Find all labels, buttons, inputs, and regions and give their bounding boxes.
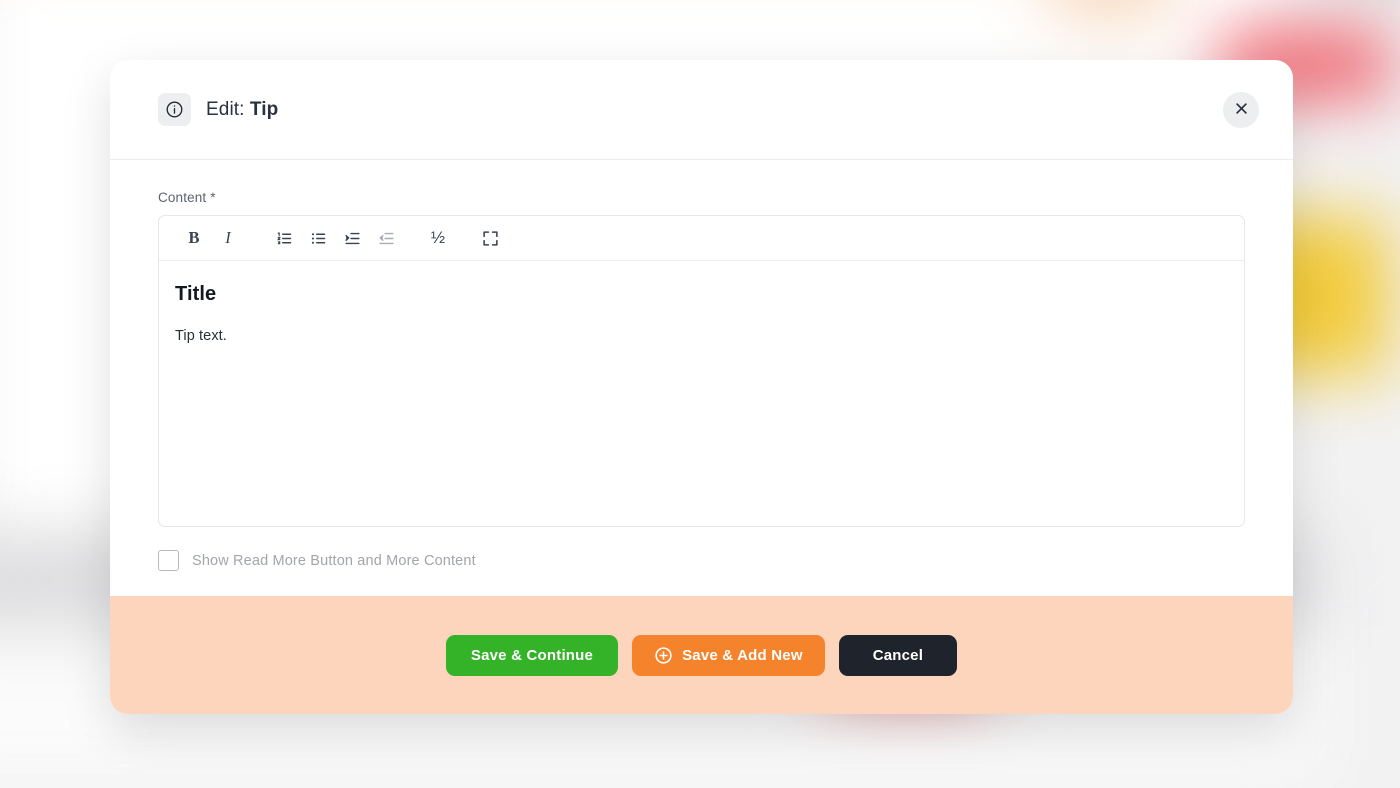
edit-tip-modal: Edit: Tip Content * B I ½ Title Tip text… xyxy=(110,60,1293,714)
save-and-continue-button[interactable]: Save & Continue xyxy=(445,634,619,676)
bullet-list-button[interactable] xyxy=(301,222,335,254)
italic-button[interactable]: I xyxy=(211,222,245,254)
modal-body: Content * B I ½ Title Tip text. Show Rea… xyxy=(110,160,1293,596)
show-read-more-row: Show Read More Button and More Content xyxy=(158,550,1245,571)
ordered-list-button[interactable] xyxy=(267,222,301,254)
modal-header: Edit: Tip xyxy=(110,60,1293,160)
page-title-entity: Tip xyxy=(249,98,279,120)
info-circle-icon xyxy=(158,93,191,126)
fullscreen-button[interactable] xyxy=(473,222,507,254)
rich-text-editor[interactable]: B I ½ Title Tip text. xyxy=(158,215,1245,527)
save-and-continue-label: Save & Continue xyxy=(470,646,594,664)
backdrop-top-band-right xyxy=(1050,0,1170,20)
editor-toolbar: B I ½ xyxy=(159,216,1244,261)
editor-content-area[interactable]: Title Tip text. xyxy=(159,261,1244,526)
close-button[interactable] xyxy=(1223,91,1259,128)
close-icon xyxy=(1234,101,1249,119)
outdent-button[interactable] xyxy=(369,222,403,254)
indent-button[interactable] xyxy=(335,222,369,254)
cancel-label: Cancel xyxy=(872,646,924,664)
show-read-more-checkbox[interactable] xyxy=(158,550,179,571)
document-title: Title xyxy=(175,283,217,305)
modal-header-left: Edit: Tip xyxy=(158,93,1223,126)
document-paragraph: Tip text. xyxy=(175,328,227,344)
page-title-prefix: Edit: xyxy=(206,98,250,120)
save-and-add-new-label: Save & Add New xyxy=(682,646,803,664)
save-and-add-new-button[interactable]: Save & Add New xyxy=(632,634,825,676)
cancel-button[interactable]: Cancel xyxy=(838,634,958,676)
bold-button[interactable]: B xyxy=(177,222,211,254)
page-title: Edit: Tip xyxy=(206,99,278,121)
content-field-label: Content * xyxy=(158,190,216,205)
fraction-button[interactable]: ½ xyxy=(421,222,455,254)
plus-circle-icon xyxy=(654,646,673,665)
modal-footer: Save & Continue Save & Add New Cancel xyxy=(110,596,1293,714)
show-read-more-label[interactable]: Show Read More Button and More Content xyxy=(192,553,476,569)
